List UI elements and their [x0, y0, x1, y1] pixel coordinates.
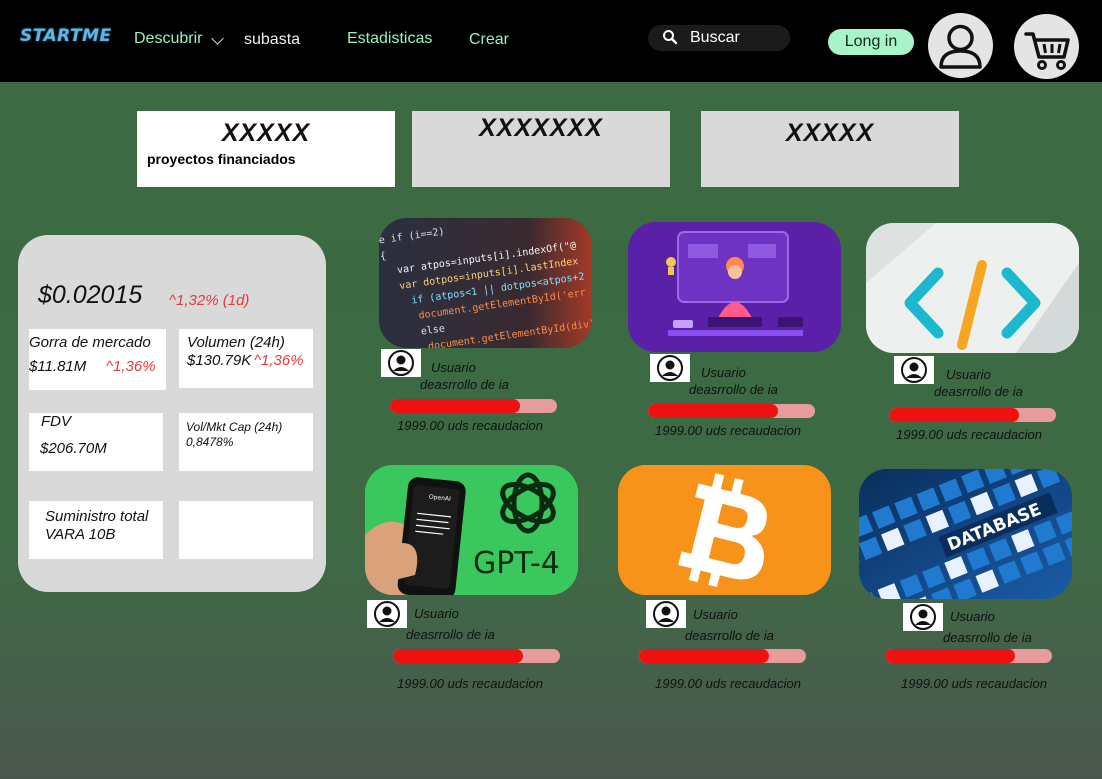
stat-card-3: XXXXX [701, 111, 959, 187]
volume-value: $130.79K [187, 352, 252, 369]
market-cap-value: $11.81M [29, 358, 87, 375]
database-tiles-image: DATABASE [859, 469, 1072, 599]
total-supply-box: Suministro total VARA 10B [29, 501, 163, 559]
funding-progress-bar [885, 649, 1052, 663]
funding-progress-fill [390, 399, 521, 413]
user-avatar-icon[interactable] [646, 600, 686, 628]
project-user[interactable]: Usuario [950, 609, 995, 624]
fdv-box: FDV $206.70M [29, 413, 163, 471]
gpt4-phone-image: OpenAI GPT-4 [365, 465, 578, 595]
user-avatar-icon[interactable] [903, 603, 943, 631]
raised-amount: 1999.00 uds recaudacion [655, 423, 802, 438]
market-cap-box: Gorra de mercado $11.81M ^1,36% [29, 329, 166, 390]
volume-box: Volumen (24h) $130.79K ^1,36% [179, 329, 313, 388]
search-placeholder: Buscar [690, 29, 740, 46]
fdv-value: $206.70M [40, 440, 107, 457]
code-tag-image [866, 223, 1079, 353]
funding-progress-bar [648, 404, 815, 418]
funding-progress-fill [393, 649, 524, 663]
project-desc: deasrrollo de ia [420, 377, 509, 392]
total-supply-label: Suministro total [45, 508, 149, 525]
raised-amount: 1999.00 uds recaudacion [655, 676, 802, 691]
project-desc: deasrrollo de ia [406, 627, 495, 642]
user-avatar-icon[interactable] [381, 349, 421, 377]
volume-label: Volumen (24h) [187, 334, 285, 351]
bitcoin-logo-image [618, 465, 831, 595]
nav-create[interactable]: Crear [469, 31, 509, 49]
project-user[interactable]: Usuario [431, 360, 476, 375]
user-avatar-button[interactable] [928, 13, 993, 78]
project-image-database[interactable]: DATABASE [859, 469, 1072, 599]
login-button[interactable]: Long in [828, 29, 914, 55]
cart-button[interactable] [1014, 14, 1079, 79]
user-icon [939, 24, 982, 69]
token-price: $0.02015 [38, 281, 143, 309]
funding-progress-bar [639, 649, 806, 663]
price-change: ^1,32% (1d) [169, 292, 250, 309]
total-supply-value: VARA 10B [45, 526, 116, 543]
project-image-code[interactable]: se if (i==2) { var atpos=inputs[i].index… [379, 218, 592, 348]
project-image-code-tag[interactable] [866, 223, 1079, 353]
funding-progress-fill [885, 649, 1016, 663]
logo[interactable]: STARTME [20, 26, 112, 46]
user-avatar-icon[interactable] [367, 600, 407, 628]
code-screen-image: se if (i==2) { var atpos=inputs[i].index… [379, 218, 592, 348]
vol-mkt-cap-value: 0,8478% [186, 435, 234, 449]
search-icon [663, 30, 678, 45]
volume-change: ^1,36% [254, 352, 304, 369]
raised-amount: 1999.00 uds recaudacion [896, 427, 1043, 442]
stat-card-funded: XXXXX proyectos financiados [137, 111, 395, 187]
cart-icon [1024, 32, 1070, 70]
nav-discover[interactable]: Descubrir [134, 30, 202, 48]
stat-title: XXXXX [785, 119, 875, 147]
funding-progress-fill [889, 408, 1020, 422]
funding-progress-fill [648, 404, 779, 418]
raised-amount: 1999.00 uds recaudacion [397, 418, 544, 433]
chevron-down-icon[interactable] [211, 32, 224, 45]
project-user[interactable]: Usuario [701, 365, 746, 380]
user-avatar-icon[interactable] [894, 356, 934, 384]
funding-progress-fill [639, 649, 770, 663]
empty-box [179, 501, 313, 559]
user-avatar-icon[interactable] [650, 354, 690, 382]
stat-title: XXXXX [221, 119, 311, 147]
stat-subtitle: proyectos financiados [147, 151, 296, 167]
market-panel: $0.02015 ^1,32% (1d) Gorra de mercado $1… [18, 235, 326, 592]
top-navbar: STARTME Descubrir subasta Estadisticas C… [0, 0, 1102, 82]
nav-statistics[interactable]: Estadisticas [347, 30, 432, 48]
project-image-bitcoin[interactable] [618, 465, 831, 595]
stat-card-2: XXXXXXX [412, 111, 670, 187]
search-input[interactable]: Buscar [648, 25, 790, 51]
project-user[interactable]: Usuario [946, 367, 991, 382]
vol-mkt-cap-box: Vol/Mkt Cap (24h) 0,8478% [179, 413, 313, 471]
project-desc: deasrrollo de ia [685, 628, 774, 643]
raised-amount: 1999.00 uds recaudacion [397, 676, 544, 691]
raised-amount: 1999.00 uds recaudacion [901, 676, 1048, 691]
project-image-developer[interactable] [628, 222, 841, 352]
market-cap-change: ^1,36% [106, 358, 156, 375]
market-cap-label: Gorra de mercado [29, 334, 151, 351]
funding-progress-bar [390, 399, 557, 413]
gpt4-text: GPT-4 [473, 546, 560, 581]
vol-mkt-cap-label: Vol/Mkt Cap (24h) [186, 420, 283, 434]
stat-title: XXXXXXX [479, 114, 603, 142]
project-desc: deasrrollo de ia [934, 384, 1023, 399]
fdv-label: FDV [41, 413, 71, 430]
nav-auction[interactable]: subasta [244, 31, 300, 49]
project-image-gpt4[interactable]: OpenAI GPT-4 [365, 465, 578, 595]
funding-progress-bar [889, 408, 1056, 422]
project-desc: deasrrollo de ia [689, 382, 778, 397]
project-user[interactable]: Usuario [414, 606, 459, 621]
developer-illustration-image [628, 222, 841, 352]
project-user[interactable]: Usuario [693, 607, 738, 622]
funding-progress-bar [393, 649, 560, 663]
project-desc: deasrrollo de ia [943, 630, 1032, 645]
